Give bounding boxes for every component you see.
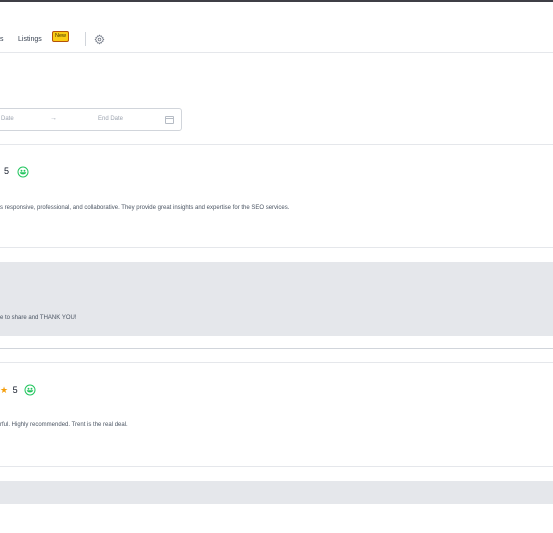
- reply-text: e to share and THANK YOU!: [0, 315, 77, 321]
- owner-reply: [0, 481, 553, 504]
- divider: [0, 362, 553, 363]
- new-badge: New: [52, 31, 70, 42]
- review-text: rful. Highly recommended. Trent is the r…: [0, 422, 128, 428]
- smile-icon: [17, 166, 29, 178]
- owner-reply: e to share and THANK YOU!: [0, 262, 553, 336]
- divider: [0, 144, 553, 145]
- end-date-input[interactable]: End Date: [98, 116, 123, 122]
- divider: [0, 348, 553, 349]
- top-nav: s Listings New: [0, 2, 553, 53]
- star-icon: ★: [0, 385, 9, 395]
- start-date-input[interactable]: Date: [1, 116, 14, 122]
- calendar-icon[interactable]: [165, 116, 174, 124]
- review-rating: 5: [4, 166, 10, 176]
- smile-icon: [24, 384, 36, 396]
- nav-divider: [85, 32, 86, 46]
- review-rating: ★ 5: [0, 385, 18, 395]
- divider: [0, 247, 553, 248]
- nav-item-truncated[interactable]: s: [0, 36, 4, 43]
- date-range-picker[interactable]: Date → End Date: [0, 108, 182, 131]
- review-text: s responsive, professional, and collabor…: [0, 205, 290, 211]
- nav-item-listings[interactable]: Listings: [18, 36, 42, 43]
- gear-icon[interactable]: [94, 34, 105, 45]
- divider: [0, 466, 553, 467]
- range-arrow-icon: →: [50, 115, 57, 122]
